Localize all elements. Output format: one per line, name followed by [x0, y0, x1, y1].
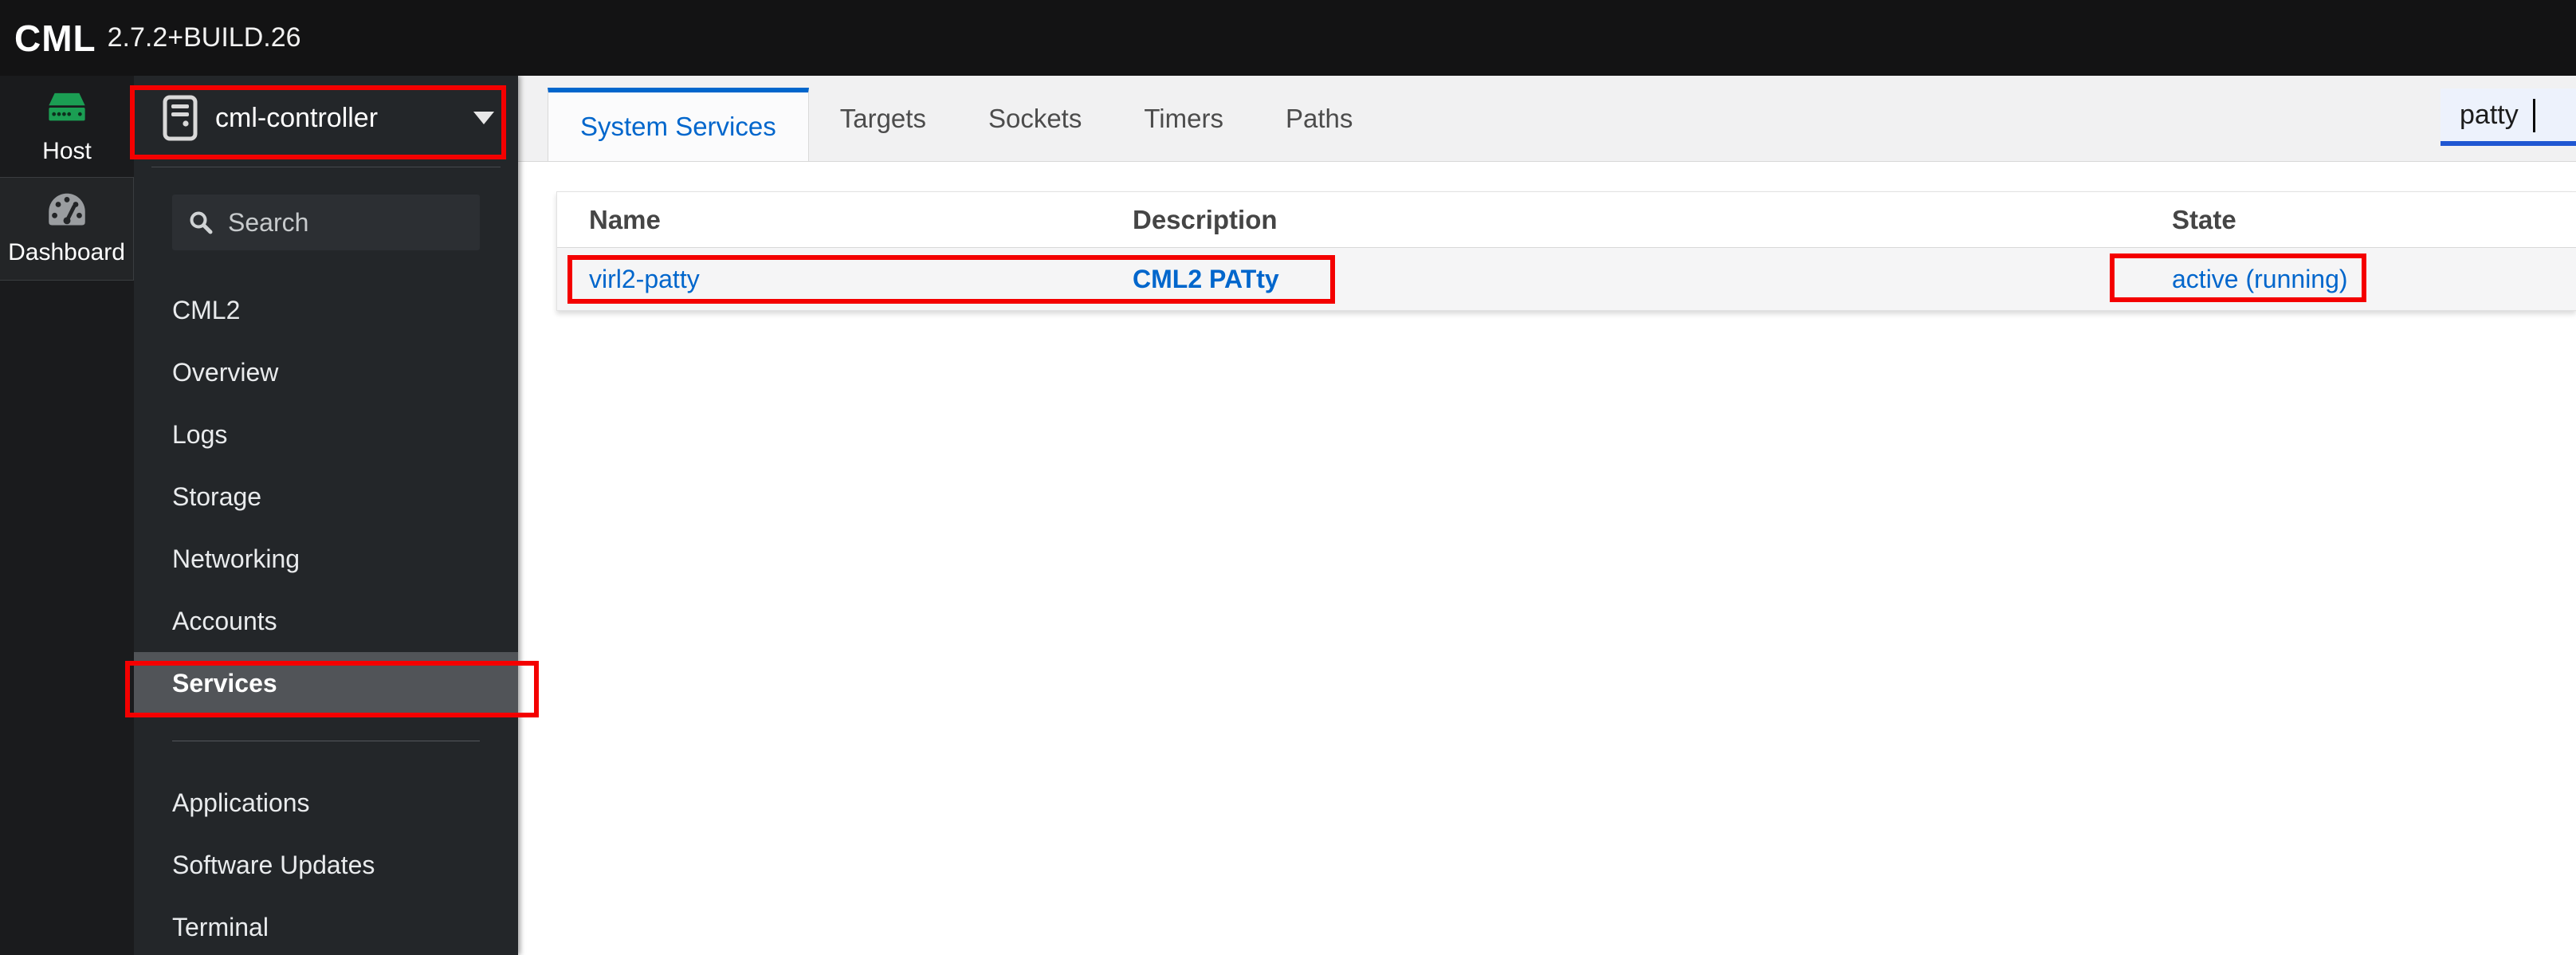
column-header-description: Description	[1133, 204, 1278, 234]
app-nav-label: Host	[42, 137, 92, 164]
app-navigation-column: Host Dashboard	[0, 76, 134, 955]
sidebar-item-software-updates[interactable]: Software Updates	[134, 834, 518, 896]
service-state: active (running)	[2172, 264, 2348, 293]
sidebar-menu: CML2 Overview Logs Storage Networking Ac…	[134, 279, 518, 955]
column-header-state: State	[2172, 204, 2236, 234]
sidebar-item-networking[interactable]: Networking	[134, 528, 518, 590]
services-table: Name Description State virl2-patty CML2 …	[556, 191, 2576, 311]
sidebar-item-accounts[interactable]: Accounts	[134, 590, 518, 652]
tab-sockets[interactable]: Sockets	[957, 76, 1113, 161]
sidebar-item-cml2[interactable]: CML2	[134, 279, 518, 341]
text-cursor	[2533, 99, 2535, 132]
sidebar-item-logs[interactable]: Logs	[134, 403, 518, 466]
sidebar-search-input[interactable]	[228, 207, 467, 238]
server-icon	[44, 88, 90, 127]
tab-paths[interactable]: Paths	[1255, 76, 1384, 161]
column-header-name: Name	[589, 204, 661, 234]
brand-logo: CML	[14, 17, 96, 59]
services-tab-bar: System Services Targets Sockets Timers P…	[518, 76, 2576, 162]
host-sidebar: cml-controller CML2 Overview Logs Storag…	[134, 76, 518, 955]
service-description: CML2 PATty	[1133, 264, 1279, 293]
service-name-link[interactable]: virl2-patty	[589, 265, 700, 294]
version-label: 2.7.2+BUILD.26	[107, 22, 301, 53]
service-filter	[2441, 88, 2576, 146]
app-nav-item-host[interactable]: Host	[0, 76, 134, 177]
app-nav-label: Dashboard	[8, 239, 125, 265]
sidebar-item-applications[interactable]: Applications	[134, 772, 518, 834]
tab-timers[interactable]: Timers	[1113, 76, 1255, 161]
search-icon	[188, 210, 214, 235]
table-row[interactable]: virl2-patty CML2 PATty active (running)	[557, 248, 2576, 310]
service-filter-input[interactable]	[2441, 88, 2576, 146]
app-header: CML 2.7.2+BUILD.26	[0, 0, 2576, 76]
gauge-icon	[46, 191, 88, 228]
sidebar-item-storage[interactable]: Storage	[134, 466, 518, 528]
sidebar-item-services[interactable]: Services	[134, 652, 518, 714]
sidebar-search[interactable]	[172, 195, 480, 250]
tab-system-services[interactable]: System Services	[548, 88, 809, 161]
host-selector-label: cml-controller	[215, 102, 379, 133]
sidebar-item-terminal[interactable]: Terminal	[134, 896, 518, 955]
sidebar-item-overview[interactable]: Overview	[134, 341, 518, 403]
app-nav-item-dashboard[interactable]: Dashboard	[0, 177, 134, 281]
chevron-down-icon	[473, 112, 494, 124]
main-content: System Services Targets Sockets Timers P…	[518, 76, 2576, 955]
host-selector-dropdown[interactable]: cml-controller	[134, 76, 518, 160]
server-outline-icon	[163, 95, 198, 141]
tab-targets[interactable]: Targets	[809, 76, 957, 161]
table-header-row: Name Description State	[557, 192, 2576, 248]
